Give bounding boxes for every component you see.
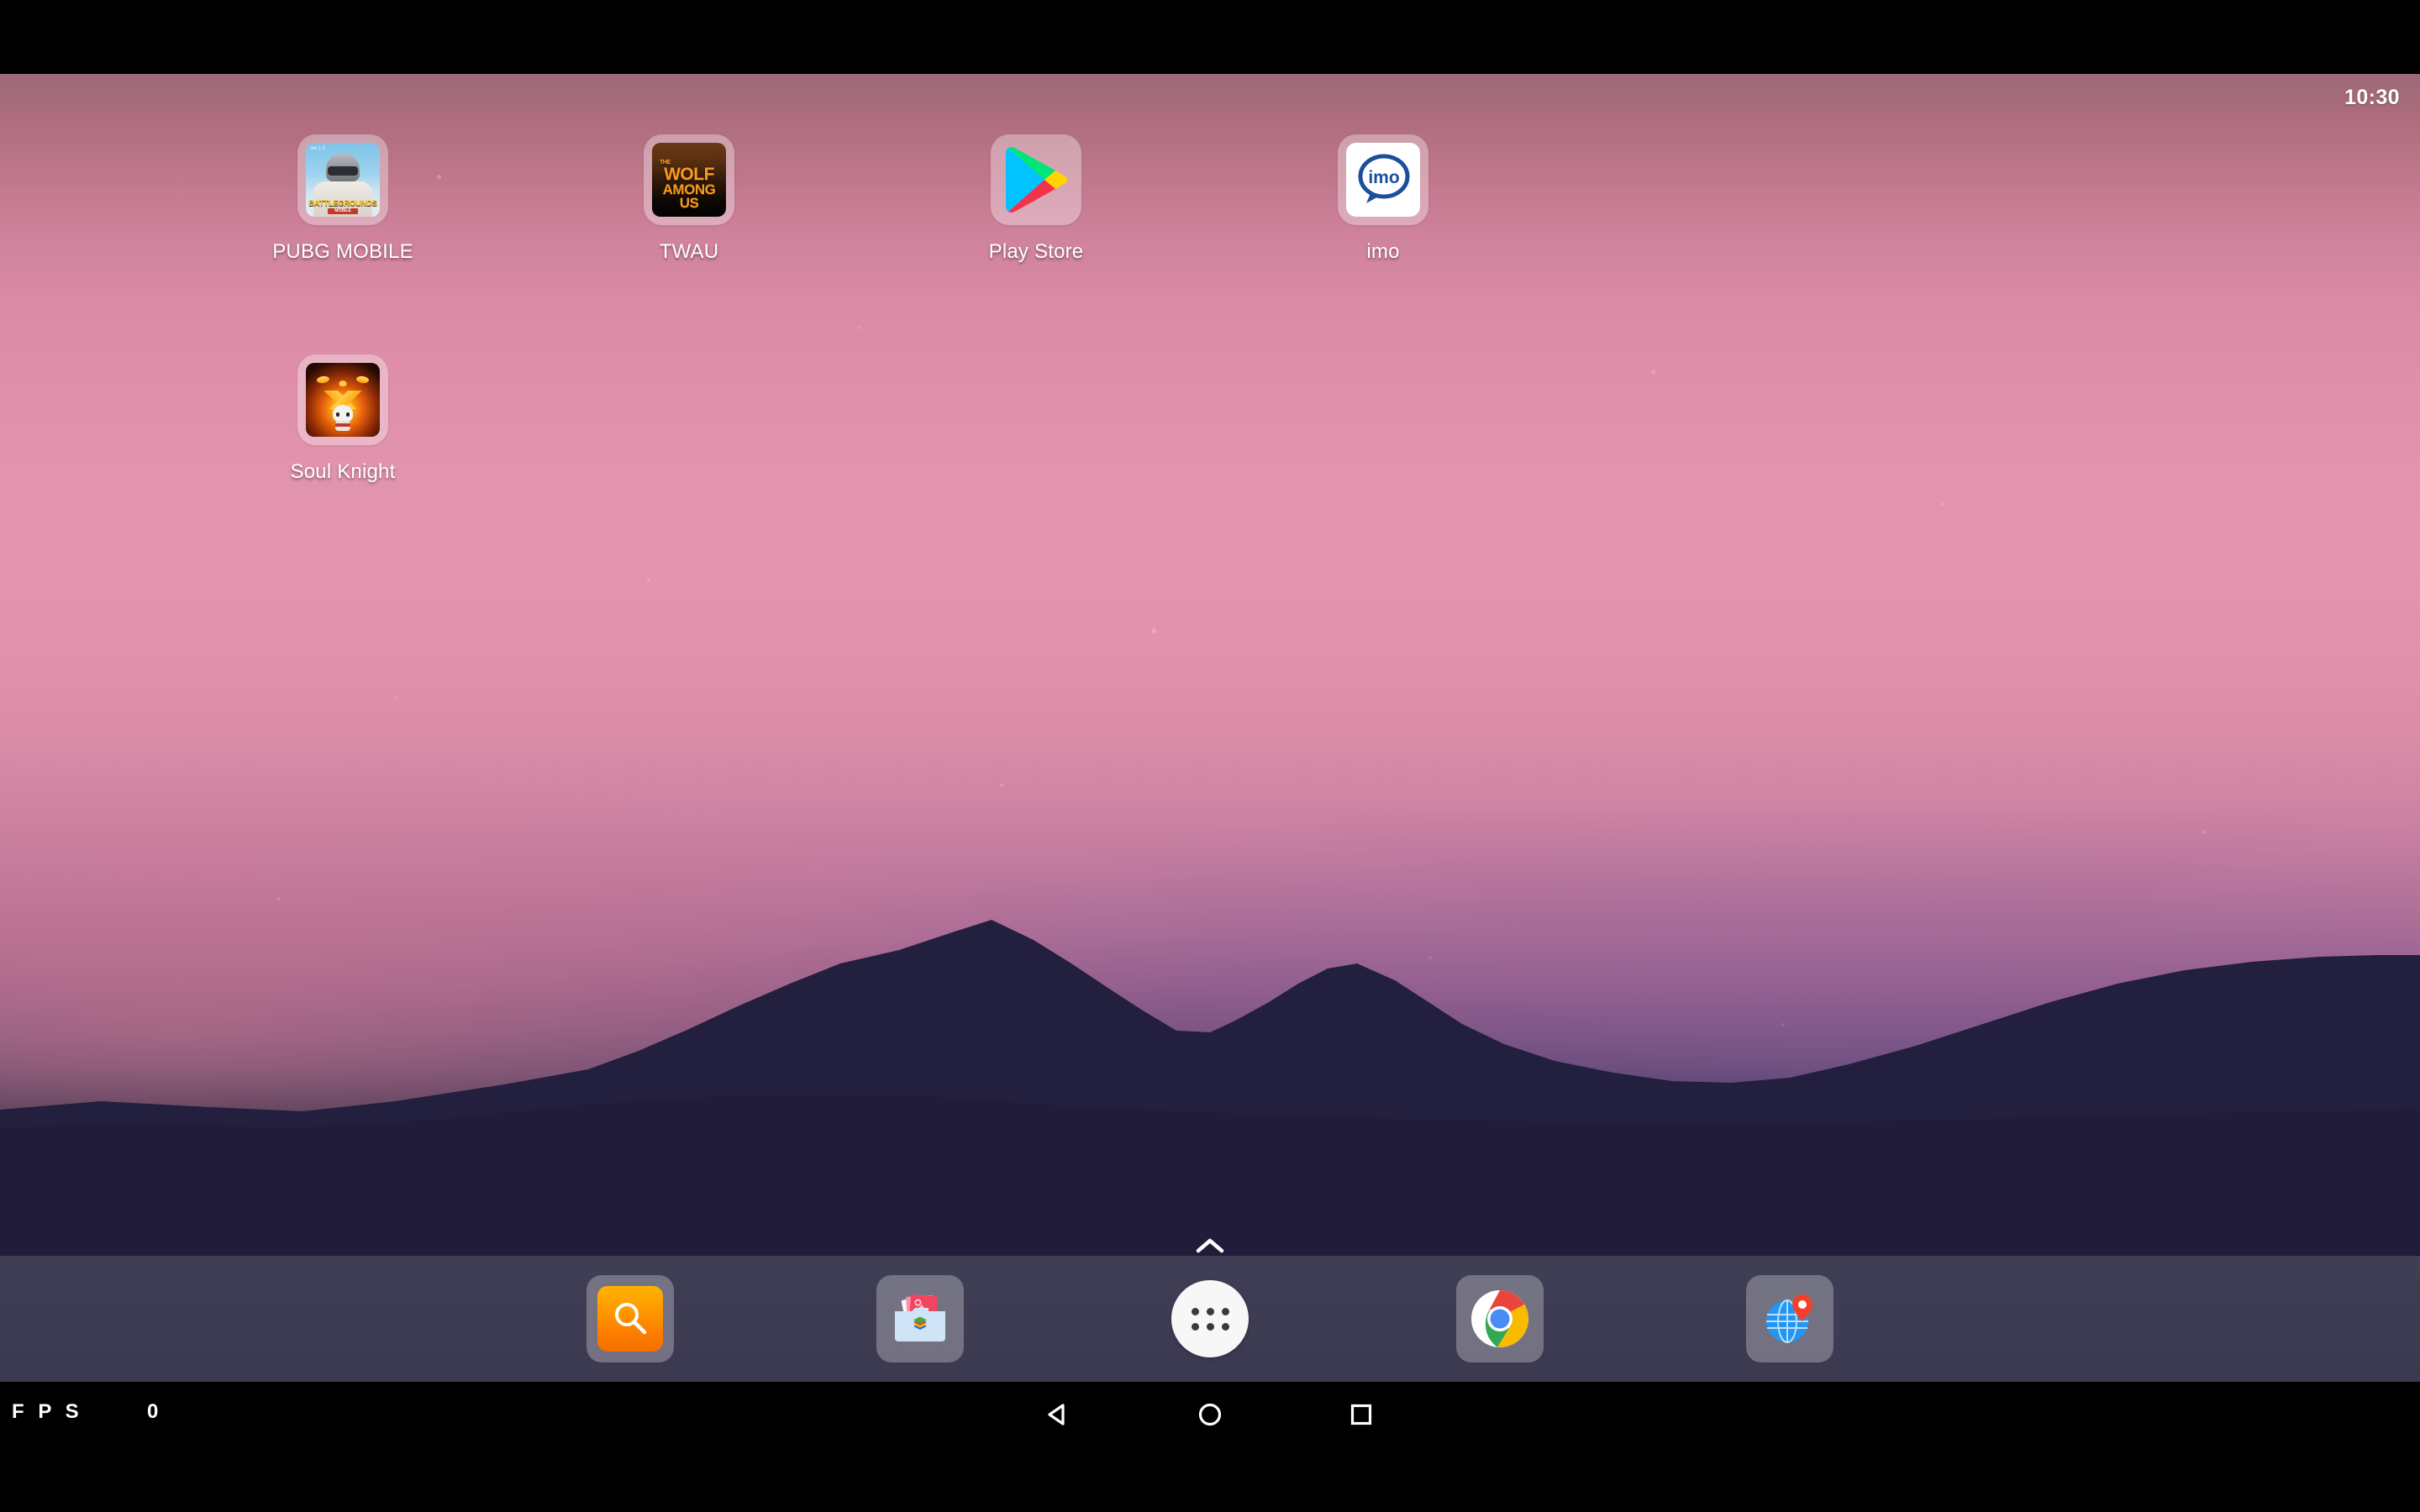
- app-icon-play-store[interactable]: Play Store: [935, 134, 1137, 264]
- google-play-store-icon: [999, 143, 1073, 217]
- dock-backplate: [1746, 1275, 1833, 1362]
- twau-line1-text: WOLF: [652, 166, 726, 183]
- pubg-version-tag: ver 1.0: [310, 146, 325, 151]
- nav-home-button[interactable]: [1134, 1382, 1286, 1447]
- imo-messenger-icon: imo: [1346, 143, 1420, 217]
- gallery-folder-icon: [887, 1286, 953, 1352]
- app-label: PUBG MOBILE: [242, 240, 444, 264]
- nav-recents-button[interactable]: [1286, 1382, 1437, 1447]
- dock-item-browser[interactable]: [1746, 1275, 1833, 1362]
- icon-backplate: ver 1.0 BATTLEGROUNDS MOBILE: [297, 134, 388, 225]
- home-grid-row-2: Soul Knight: [0, 354, 2420, 575]
- chrome-icon: [1467, 1286, 1533, 1352]
- dock-backplate: [587, 1275, 674, 1362]
- navigation-bar: F P S 0: [0, 1382, 2420, 1512]
- icon-backplate: imo: [1338, 134, 1428, 225]
- mountain-silhouette: [0, 903, 2420, 1256]
- app-label: imo: [1282, 240, 1484, 264]
- home-circle-icon: [1193, 1398, 1227, 1431]
- twau-line2-text: AMONG US: [652, 183, 726, 210]
- chevron-up-icon[interactable]: [1193, 1235, 1227, 1257]
- back-triangle-icon: [1042, 1398, 1076, 1431]
- dock-item-chrome[interactable]: [1456, 1275, 1544, 1362]
- home-grid-row-1: ver 1.0 BATTLEGROUNDS MOBILE PUBG MOBILE: [0, 134, 2420, 354]
- dock-item-media-manager[interactable]: [876, 1275, 964, 1362]
- pubg-mobile-icon: ver 1.0 BATTLEGROUNDS MOBILE: [306, 143, 380, 217]
- icon-backplate: [991, 134, 1081, 225]
- dock-item-app-drawer[interactable]: [1166, 1275, 1254, 1362]
- dock-bar: [0, 1256, 2420, 1382]
- search-icon: [597, 1286, 663, 1352]
- app-drawer-icon: [1171, 1280, 1249, 1357]
- globe-pin-icon: [1757, 1286, 1823, 1352]
- dock-backplate: [876, 1275, 964, 1362]
- dock-item-search[interactable]: [587, 1275, 674, 1362]
- pubg-subtitle-text: MOBILE: [328, 208, 358, 215]
- status-bar-clock: 10:30: [2344, 86, 2400, 110]
- dock-backplate: [1166, 1275, 1254, 1362]
- recents-square-icon: [1344, 1398, 1378, 1431]
- pubg-title-text: BATTLEGROUNDS: [306, 200, 380, 208]
- app-label: TWAU: [588, 240, 790, 264]
- app-icon-twau[interactable]: THE WOLF AMONG US TWAU: [588, 134, 790, 264]
- top-letterbox-bar: [0, 0, 2420, 74]
- home-app-grid: ver 1.0 BATTLEGROUNDS MOBILE PUBG MOBILE: [0, 134, 2420, 575]
- soul-knight-icon: [306, 363, 380, 437]
- icon-backplate: [297, 354, 388, 445]
- svg-text:imo: imo: [1368, 168, 1399, 187]
- app-icon-pubg-mobile[interactable]: ver 1.0 BATTLEGROUNDS MOBILE PUBG MOBILE: [242, 134, 444, 264]
- app-label: Soul Knight: [242, 460, 444, 484]
- the-wolf-among-us-icon: THE WOLF AMONG US: [652, 143, 726, 217]
- app-icon-soul-knight[interactable]: Soul Knight: [242, 354, 444, 484]
- dock-backplate: [1456, 1275, 1544, 1362]
- app-icon-imo[interactable]: imo imo: [1282, 134, 1484, 264]
- android-home-screen: 10:30 ver 1.0 BATTLEGROUNDS MOBILE: [0, 0, 2420, 1512]
- icon-backplate: THE WOLF AMONG US: [644, 134, 734, 225]
- app-label: Play Store: [935, 240, 1137, 264]
- nav-back-button[interactable]: [983, 1382, 1134, 1447]
- status-bar: 10:30: [0, 74, 2420, 121]
